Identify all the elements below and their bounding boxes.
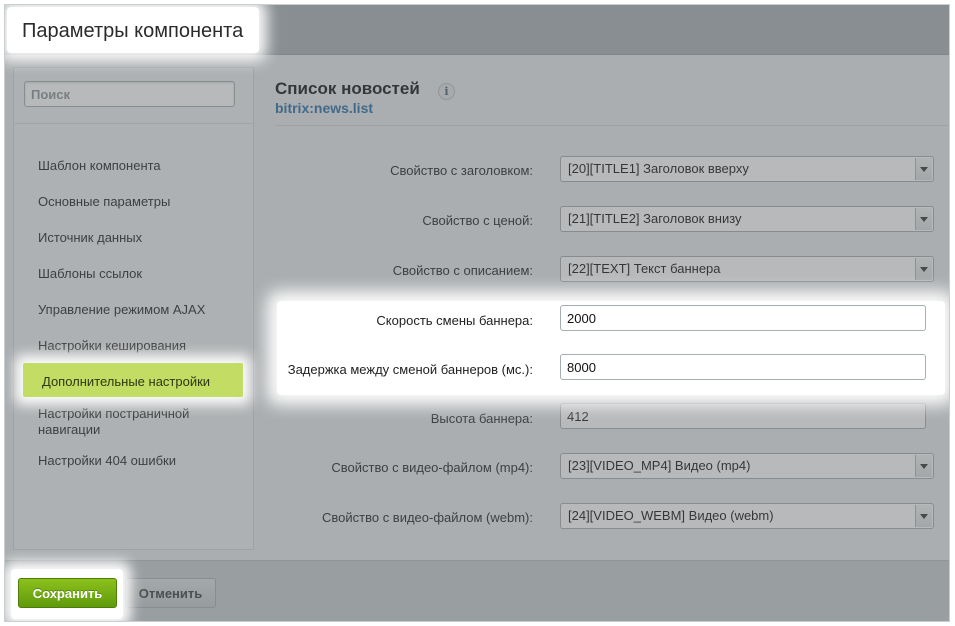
price-prop-value: [21][TITLE2] Заголовок внизу [568,211,742,226]
chevron-down-icon[interactable] [915,208,932,230]
sidebar-item-caching[interactable]: Настройки кеширования [38,338,238,354]
save-button[interactable]: Сохранить [18,578,117,608]
component-code: bitrix:news.list [275,100,374,116]
sidebar-item-ajax[interactable]: Управление режимом AJAX [38,302,238,318]
desc-prop-select[interactable]: [22][TEXT] Текст баннера [560,256,934,282]
component-params-dialog: Шаблон компонента Основные параметры Ист… [4,4,950,622]
chevron-down-icon[interactable] [915,505,932,527]
dialog-title: Параметры компонента [22,20,244,42]
sidebar-item-additional-settings[interactable]: Дополнительные настройки [42,374,210,389]
sidebar-item-404[interactable]: Настройки 404 ошибки [38,453,238,469]
sidebar-item-template[interactable]: Шаблон компонента [38,158,238,174]
field-label-mp4-prop: Свойство с видео-файлом (mp4): [331,460,533,475]
title-prop-select[interactable]: [20][TITLE1] Заголовок вверху [560,156,934,182]
field-label-desc-prop: Свойство с описанием: [392,263,533,278]
field-label-webm-prop: Свойство с видео-файлом (webm): [322,510,533,525]
webm-prop-select[interactable]: [24][VIDEO_WEBM] Видео (webm) [560,503,934,529]
price-prop-select[interactable]: [21][TITLE2] Заголовок внизу [560,206,934,232]
banner-delay-input[interactable] [560,354,926,380]
banner-speed-input[interactable] [560,305,926,331]
main-divider [275,125,949,126]
sidebar-item-basic-params[interactable]: Основные параметры [38,194,238,210]
field-label-title-prop: Свойство с заголовком: [390,163,533,178]
sidebar-item-pagination[interactable]: Настройки постраничной навигации [38,406,238,438]
chevron-down-icon[interactable] [915,455,932,477]
page-title: Список новостей [275,79,420,98]
mp4-prop-value: [23][VIDEO_MP4] Видео (mp4) [568,458,751,473]
sidebar-item-url-templates[interactable]: Шаблоны ссылок [38,266,238,282]
desc-prop-value: [22][TEXT] Текст баннера [568,261,721,276]
sidebar-divider [14,123,253,124]
chevron-down-icon[interactable] [915,158,932,180]
info-icon[interactable]: i [438,83,455,100]
search-input[interactable] [24,81,235,107]
field-label-price-prop: Свойство с ценой: [422,213,533,228]
banner-height-input[interactable] [560,403,926,429]
chevron-down-icon[interactable] [915,258,932,280]
title-highlight: Параметры компонента [7,7,259,53]
sidebar-item-data-source[interactable]: Источник данных [38,230,238,246]
title-prop-value: [20][TITLE1] Заголовок вверху [568,161,749,176]
sidebar: Шаблон компонента Основные параметры Ист… [13,67,254,550]
mp4-prop-select[interactable]: [23][VIDEO_MP4] Видео (mp4) [560,453,934,479]
cancel-button[interactable]: Отменить [125,578,216,608]
field-label-banner-delay: Задержка между сменой баннеров (мс.): [287,362,533,377]
webm-prop-value: [24][VIDEO_WEBM] Видео (webm) [568,508,774,523]
field-label-banner-speed: Скорость смены баннера: [376,313,533,328]
field-label-banner-height: Высота баннера: [430,411,533,426]
